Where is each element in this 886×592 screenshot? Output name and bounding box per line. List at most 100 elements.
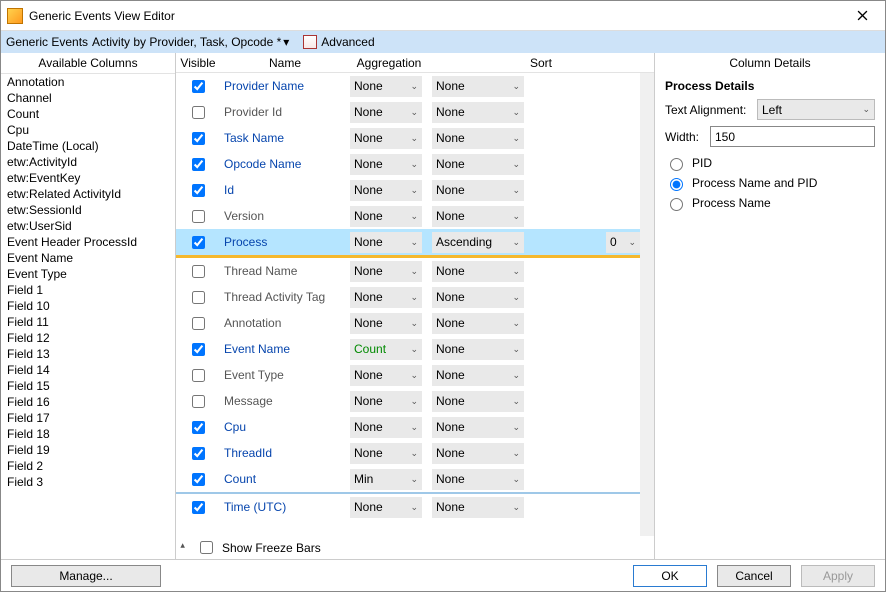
grid-row[interactable]: Event TypeNone⌄None⌄ xyxy=(176,362,640,388)
aggregation-select[interactable]: Min⌄ xyxy=(350,469,422,490)
grid-row[interactable]: Provider NameNone⌄None⌄ xyxy=(176,73,640,99)
available-column-item[interactable]: Field 12 xyxy=(1,330,175,346)
available-column-item[interactable]: etw:ActivityId xyxy=(1,154,175,170)
aggregation-select[interactable]: None⌄ xyxy=(350,232,422,253)
cancel-button[interactable]: Cancel xyxy=(717,565,791,587)
available-column-item[interactable]: Field 15 xyxy=(1,378,175,394)
apply-button[interactable]: Apply xyxy=(801,565,875,587)
freeze-bars-checkbox[interactable] xyxy=(200,541,213,554)
grid-row[interactable]: Opcode NameNone⌄None⌄ xyxy=(176,151,640,177)
sort-select[interactable]: None⌄ xyxy=(432,76,524,97)
aggregation-select[interactable]: None⌄ xyxy=(350,443,422,464)
aggregation-select[interactable]: None⌄ xyxy=(350,128,422,149)
visible-checkbox[interactable] xyxy=(192,236,205,249)
grid-row[interactable]: ThreadIdNone⌄None⌄ xyxy=(176,440,640,466)
visible-checkbox[interactable] xyxy=(192,210,205,223)
visible-checkbox[interactable] xyxy=(192,80,205,93)
grid-row[interactable]: CpuNone⌄None⌄ xyxy=(176,414,640,440)
grid-row[interactable]: CountMin⌄None⌄ xyxy=(176,466,640,492)
sort-select[interactable]: None⌄ xyxy=(432,261,524,282)
sort-select[interactable]: Ascending⌄ xyxy=(432,232,524,253)
sort-select[interactable]: None⌄ xyxy=(432,128,524,149)
sort-order-select[interactable]: 0⌄ xyxy=(606,232,640,253)
events-dropdown[interactable]: Generic Events xyxy=(6,35,88,49)
advanced-button[interactable]: Advanced xyxy=(321,35,374,49)
sort-select[interactable]: None⌄ xyxy=(432,443,524,464)
sort-select[interactable]: None⌄ xyxy=(432,339,524,360)
visible-checkbox[interactable] xyxy=(192,158,205,171)
aggregation-select[interactable]: None⌄ xyxy=(350,154,422,175)
grid-row[interactable]: Thread NameNone⌄None⌄ xyxy=(176,258,640,284)
aggregation-select[interactable]: None⌄ xyxy=(350,417,422,438)
grid-row[interactable]: Task NameNone⌄None⌄ xyxy=(176,125,640,151)
grid-row[interactable]: Time (UTC)None⌄None⌄ xyxy=(176,494,640,520)
grid-row[interactable]: Provider IdNone⌄None⌄ xyxy=(176,99,640,125)
available-column-item[interactable]: Event Type xyxy=(1,266,175,282)
available-column-item[interactable]: Field 13 xyxy=(1,346,175,362)
radio-pid[interactable]: PID xyxy=(665,153,875,173)
sort-select[interactable]: None⌄ xyxy=(432,287,524,308)
text-align-select[interactable]: Left⌄ xyxy=(757,99,875,120)
aggregation-select[interactable]: None⌄ xyxy=(350,313,422,334)
preset-dropdown[interactable]: Activity by Provider, Task, Opcode *▾ xyxy=(92,35,289,49)
grid-row[interactable]: IdNone⌄None⌄ xyxy=(176,177,640,203)
available-column-item[interactable]: Field 16 xyxy=(1,394,175,410)
available-column-item[interactable]: Field 17 xyxy=(1,410,175,426)
visible-checkbox[interactable] xyxy=(192,501,205,514)
available-column-item[interactable]: etw:EventKey xyxy=(1,170,175,186)
available-column-item[interactable]: Field 2 xyxy=(1,458,175,474)
header-sort[interactable]: Sort xyxy=(428,56,654,70)
header-name[interactable]: Name xyxy=(220,56,350,70)
available-column-item[interactable]: Channel xyxy=(1,90,175,106)
manage-button[interactable]: Manage... xyxy=(11,565,161,587)
visible-checkbox[interactable] xyxy=(192,395,205,408)
sort-select[interactable]: None⌄ xyxy=(432,313,524,334)
ok-button[interactable]: OK xyxy=(633,565,707,587)
visible-checkbox[interactable] xyxy=(192,447,205,460)
grid-row[interactable]: ProcessNone⌄Ascending⌄0⌄ xyxy=(176,229,640,255)
available-column-item[interactable]: Event Name xyxy=(1,250,175,266)
width-input[interactable] xyxy=(710,126,875,147)
available-column-item[interactable]: Annotation xyxy=(1,74,175,90)
visible-checkbox[interactable] xyxy=(192,291,205,304)
available-column-item[interactable]: etw:SessionId xyxy=(1,202,175,218)
aggregation-select[interactable]: None⌄ xyxy=(350,391,422,412)
radio-name[interactable]: Process Name xyxy=(665,193,875,213)
sort-select[interactable]: None⌄ xyxy=(432,365,524,386)
expander-icon[interactable]: ▸ xyxy=(177,543,188,548)
available-column-item[interactable]: etw:Related ActivityId xyxy=(1,186,175,202)
grid-row[interactable]: VersionNone⌄None⌄ xyxy=(176,203,640,229)
header-visible[interactable]: Visible xyxy=(176,56,220,70)
visible-checkbox[interactable] xyxy=(192,369,205,382)
available-column-item[interactable]: Field 19 xyxy=(1,442,175,458)
aggregation-select[interactable]: None⌄ xyxy=(350,287,422,308)
visible-checkbox[interactable] xyxy=(192,317,205,330)
available-column-item[interactable]: Field 3 xyxy=(1,474,175,490)
grid-row[interactable]: Thread Activity TagNone⌄None⌄ xyxy=(176,284,640,310)
available-columns-list[interactable]: AnnotationChannelCountCpuDateTime (Local… xyxy=(1,74,175,559)
available-column-item[interactable]: Field 18 xyxy=(1,426,175,442)
sort-select[interactable]: None⌄ xyxy=(432,180,524,201)
sort-select[interactable]: None⌄ xyxy=(432,417,524,438)
aggregation-select[interactable]: None⌄ xyxy=(350,365,422,386)
grid-scrollbar[interactable] xyxy=(640,73,654,536)
header-aggregation[interactable]: Aggregation xyxy=(350,56,428,70)
aggregation-select[interactable]: None⌄ xyxy=(350,180,422,201)
available-column-item[interactable]: etw:UserSid xyxy=(1,218,175,234)
available-column-item[interactable]: DateTime (Local) xyxy=(1,138,175,154)
grid-row[interactable]: AnnotationNone⌄None⌄ xyxy=(176,310,640,336)
sort-select[interactable]: None⌄ xyxy=(432,206,524,227)
available-column-item[interactable]: Count xyxy=(1,106,175,122)
available-column-item[interactable]: Cpu xyxy=(1,122,175,138)
visible-checkbox[interactable] xyxy=(192,421,205,434)
sort-select[interactable]: None⌄ xyxy=(432,469,524,490)
aggregation-select[interactable]: None⌄ xyxy=(350,206,422,227)
grid-row[interactable]: MessageNone⌄None⌄ xyxy=(176,388,640,414)
available-column-item[interactable]: Field 1 xyxy=(1,282,175,298)
aggregation-select[interactable]: None⌄ xyxy=(350,102,422,123)
sort-select[interactable]: None⌄ xyxy=(432,102,524,123)
aggregation-select[interactable]: None⌄ xyxy=(350,76,422,97)
radio-name-pid[interactable]: Process Name and PID xyxy=(665,173,875,193)
sort-select[interactable]: None⌄ xyxy=(432,154,524,175)
available-column-item[interactable]: Event Header ProcessId xyxy=(1,234,175,250)
